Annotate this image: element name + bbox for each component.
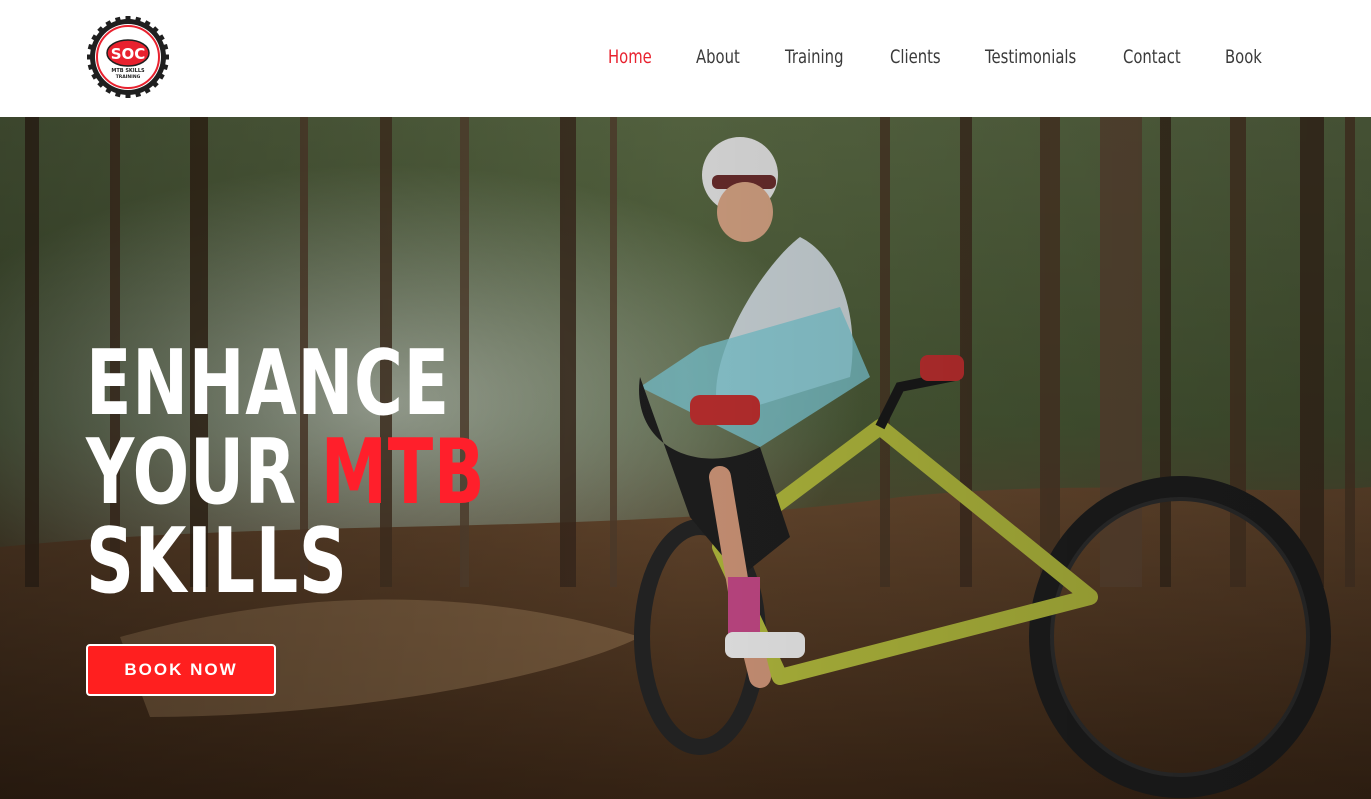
nav-contact[interactable]: Contact — [1123, 40, 1181, 74]
nav-clients[interactable]: Clients — [890, 40, 941, 74]
site-header: SOC MTB SKILLS TRAINING Home About Train… — [0, 0, 1371, 117]
hero-headline: ENHANCE YOUR MTB SKILLS — [86, 331, 485, 614]
nav-testimonials[interactable]: Testimonials — [985, 40, 1076, 74]
nav-book[interactable]: Book — [1225, 40, 1262, 74]
headline-line-1: ENHANCE — [86, 331, 450, 436]
nav-home[interactable]: Home — [608, 40, 652, 74]
hero-section: ENHANCE YOUR MTB SKILLS BOOK NOW — [0, 117, 1371, 799]
headline-line-2: YOUR MTB — [86, 428, 485, 518]
headline-line-3: SKILLS — [86, 509, 348, 614]
main-nav: Home About Training Clients Testimonials… — [0, 40, 1371, 74]
nav-training[interactable]: Training — [785, 40, 843, 74]
logo-subtext-2: TRAINING — [116, 74, 141, 80]
book-now-button[interactable]: BOOK NOW — [86, 644, 276, 696]
nav-about[interactable]: About — [696, 40, 740, 74]
